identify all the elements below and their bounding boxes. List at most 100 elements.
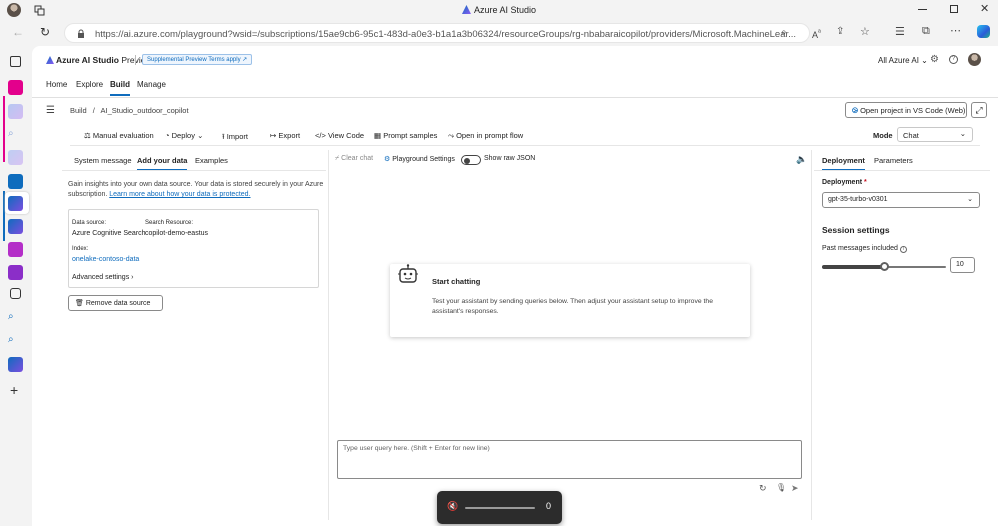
view-code-button[interactable]: </> View Code [315, 131, 364, 140]
toolbar [70, 124, 980, 146]
breadcrumb-build[interactable]: Build [70, 106, 87, 115]
more-icon[interactable]: ⋯ [950, 24, 961, 37]
tab-actions-icon[interactable] [10, 56, 21, 67]
url-text: https://ai.azure.com/playground?wsid=/su… [95, 29, 797, 40]
chevron-right-icon: › [131, 274, 134, 281]
tab-powerapps-icon[interactable] [8, 80, 23, 95]
nav-tab-manage[interactable]: Manage [137, 80, 166, 89]
tab-parameters[interactable]: Parameters [874, 156, 913, 165]
new-tab-icon[interactable]: + [10, 382, 18, 398]
info-icon[interactable]: i [899, 246, 907, 253]
microphone-icon[interactable]: 🎙 [776, 483, 786, 492]
open-vscode-button[interactable]: ⧁ Open project in VS Code (Web) [845, 102, 967, 118]
code-icon: </> [315, 131, 326, 140]
nav-tab-explore[interactable]: Explore [76, 80, 103, 89]
refresh-icon[interactable]: ↻ [759, 483, 767, 494]
volume-value: 0 [546, 501, 552, 511]
tab-add-your-data[interactable]: Add your data [137, 156, 188, 171]
tab-azure-ai-icon-4[interactable] [8, 357, 23, 372]
tab-calendar-icon[interactable] [10, 288, 21, 299]
raw-json-label: Show raw JSON [484, 155, 536, 162]
learn-more-link[interactable]: Learn more about how your data is protec… [109, 191, 250, 198]
tab-azure-ai-active-icon[interactable] [8, 196, 23, 211]
chevron-down-icon: ⌄ [921, 56, 928, 65]
expand-icon[interactable]: ⤢ [971, 102, 987, 118]
manual-evaluation-button[interactable]: ⚖ Manual evaluation [84, 131, 154, 140]
tab-azure-ai-icon-2[interactable] [8, 150, 23, 165]
tab-examples[interactable]: Examples [195, 156, 228, 165]
trash-icon: 🗑 [75, 300, 84, 307]
remove-data-source-button[interactable]: 🗑 Remove data source [68, 295, 163, 311]
minimize-button[interactable] [918, 9, 927, 10]
deploy-button[interactable]: ◔ Deploy ⌄ [165, 131, 203, 140]
send-icon[interactable]: ➤ [791, 483, 799, 494]
window-title: Azure AI Studio [0, 5, 998, 15]
past-messages-slider[interactable] [822, 262, 946, 271]
tab-search-icon-3[interactable]: ⌕ [8, 334, 23, 349]
settings-gear-icon[interactable]: ⚙ [930, 54, 939, 65]
read-aloud-icon[interactable]: Aᵃ [812, 27, 821, 40]
clear-chat-button[interactable]: ⌿ Clear chat [335, 155, 373, 163]
tab-azure-ai-icon-3[interactable] [8, 219, 23, 234]
nav-tab-build[interactable]: Build [110, 80, 130, 96]
mute-icon[interactable]: 🔇 [447, 501, 458, 512]
collections-icon[interactable]: ⧉ [922, 25, 930, 38]
maximize-button[interactable] [950, 5, 958, 13]
share-icon[interactable]: ⇪ [836, 26, 844, 37]
grid-icon: ▦ [374, 131, 382, 140]
user-avatar[interactable] [968, 53, 981, 66]
refresh-icon[interactable]: ↻ [40, 25, 50, 39]
external-link-icon: ↗ [242, 57, 248, 63]
tab-azure-ai-icon[interactable] [8, 104, 23, 119]
speaker-icon[interactable]: 🔈 [796, 154, 807, 165]
past-messages-input[interactable]: 10 [950, 257, 975, 273]
import-button[interactable]: ⭱ Import [222, 131, 248, 144]
playground-settings-button[interactable]: ⚙ Playground Settings [384, 155, 455, 163]
favorite-icon[interactable]: ☆ [860, 25, 870, 38]
flow-icon: ⤳ [448, 131, 454, 140]
copilot-icon[interactable] [977, 25, 990, 38]
page: Azure AI Studio Preview Supplemental Pre… [32, 46, 998, 526]
advanced-settings-toggle[interactable]: Advanced settings › [72, 274, 134, 281]
slider-fill [822, 265, 884, 269]
volume-flyout: 🔇 0 [437, 491, 562, 524]
tab-stream-icon-2[interactable] [8, 265, 23, 280]
session-settings-title: Session settings [822, 225, 890, 235]
favorites-bar-icon[interactable]: ☰ [895, 25, 905, 38]
hamburger-menu-icon[interactable]: ☰ [46, 105, 55, 116]
prompt-samples-button[interactable]: ▦ Prompt samples [374, 131, 437, 140]
chat-input[interactable]: Type user query here. (Shift + Enter for… [337, 440, 802, 479]
mode-select[interactable]: Chat ⌄ [897, 127, 973, 142]
nav-tab-home[interactable]: Home [46, 80, 67, 89]
tab-system-message[interactable]: System message [74, 156, 132, 165]
robot-icon [398, 264, 418, 288]
back-icon[interactable]: ← [12, 25, 24, 39]
tab-deployment[interactable]: Deployment [822, 156, 865, 171]
chat-input-placeholder: Type user query here. (Shift + Enter for… [343, 445, 490, 452]
deployment-select[interactable]: gpt-35-turbo-v0301 ⌄ [822, 192, 980, 208]
preview-terms-badge[interactable]: Supplemental Preview Terms apply ↗ [142, 54, 253, 65]
past-messages-label: Past messages included i [822, 245, 907, 253]
search-resource-value: copilot-demo-eastus [145, 230, 209, 237]
breadcrumb-project[interactable]: AI_Studio_outdoor_copilot [101, 106, 189, 115]
raw-json-toggle[interactable] [461, 155, 481, 165]
start-chatting-title: Start chatting [432, 277, 481, 286]
index-link[interactable]: onelake-contoso-data [72, 256, 139, 263]
help-icon[interactable]: ? [949, 55, 958, 64]
add-data-intro: Gain insights into your own data source.… [68, 181, 324, 198]
export-button[interactable]: ↦ Export [270, 131, 300, 140]
evaluation-icon: ⚖ [84, 131, 91, 140]
zoom-icon[interactable]: ⌕ [781, 27, 787, 38]
scope-selector[interactable]: All Azure AI ⌄ [878, 56, 928, 65]
tab-search-icon[interactable]: ⌕ [8, 128, 23, 143]
tab-stream-icon[interactable] [8, 242, 23, 257]
slider-thumb[interactable] [880, 262, 889, 271]
lock-icon [77, 29, 85, 39]
url-field[interactable]: https://ai.azure.com/playground?wsid=/su… [64, 23, 810, 43]
tab-azure-icon[interactable] [8, 174, 23, 189]
tab-search-icon-2[interactable]: ⌕ [8, 311, 23, 326]
open-prompt-flow-button[interactable]: ⤳ Open in prompt flow [448, 131, 523, 141]
data-source-value: Azure Cognitive Search [72, 230, 146, 237]
volume-slider[interactable] [465, 507, 535, 509]
close-button[interactable]: ✕ [980, 2, 989, 15]
